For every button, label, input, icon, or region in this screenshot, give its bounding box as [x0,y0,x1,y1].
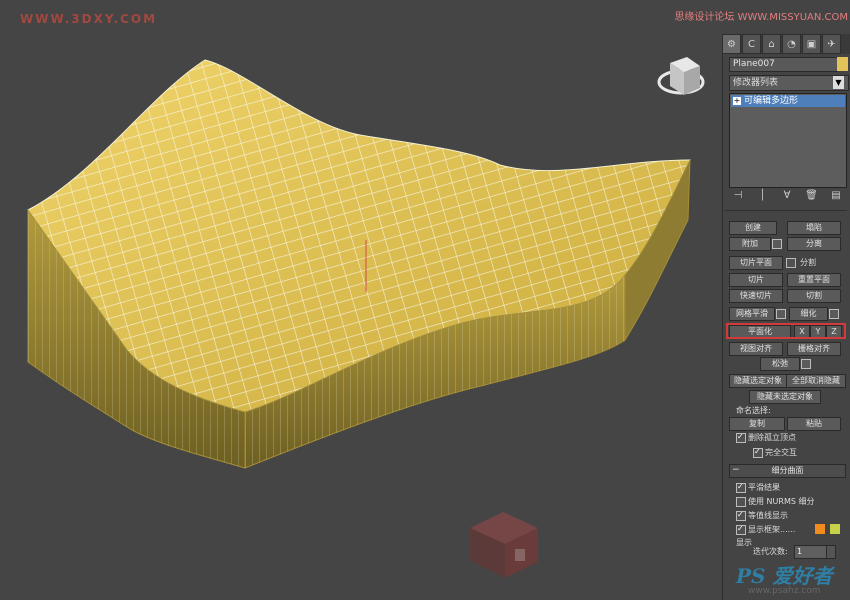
stack-item-editable-poly[interactable]: + 可编辑多边形 [731,95,845,107]
meshsmooth-button[interactable]: 网格平滑 [729,307,775,321]
attach-settings-button[interactable] [772,239,782,249]
create-tab-icon[interactable]: ⚙ [722,34,741,54]
config-icon[interactable]: ▤ [827,188,845,202]
quickslice-button[interactable]: 快速切片 [729,289,783,303]
split-checkbox[interactable] [786,258,796,268]
hide-selected-button[interactable]: 隐藏选定对象 [729,374,787,388]
chevron-down-icon[interactable]: ▼ [833,76,844,89]
use-nurms-label: 使用 NURMS 细分 [748,497,815,506]
watermark-top-right: 思缘设计论坛 WWW.MISSYUAN.COM [674,12,848,23]
isoline-display-label: 等值线显示 [748,511,788,520]
slice-plane-button[interactable]: 切片平面 [729,256,783,270]
object-name-field[interactable]: Plane007 [729,57,838,72]
isoline-display-checkbox[interactable] [736,510,746,521]
full-interactivity-checkbox[interactable] [753,447,763,458]
utilities-tab-icon[interactable]: ✈ [822,34,841,54]
modifier-list-dropdown[interactable]: 修改器列表 [729,75,849,91]
attach-button[interactable]: 附加 [729,237,771,251]
reset-plane-button[interactable]: 重置平面 [787,273,841,287]
command-panel-tabs[interactable]: ⚙ C ⌂ ◔ ▣ ✈ [722,34,850,54]
stack-item-label: 可编辑多边形 [744,96,799,106]
stack-toolbar[interactable]: ⊣ │ ∀ 🗑 ▤ [729,188,845,202]
show-cage-label: 显示框架...... [748,525,796,534]
watermark-3d-logo [470,512,538,578]
smooth-result-checkbox[interactable] [736,482,746,493]
panel-divider [725,210,847,211]
slice-button[interactable]: 切片 [729,273,783,287]
hide-unselected-button[interactable]: 隐藏未选定对象 [749,390,821,404]
funnel-icon[interactable]: ∀ [778,188,796,202]
show-cage-checkbox[interactable] [736,524,746,535]
hierarchy-tab-icon[interactable]: ⌂ [762,34,781,54]
copy-button[interactable]: 复制 [729,417,785,431]
trash-icon[interactable]: 🗑 [803,188,821,202]
viewport[interactable]: WWW.3DXY.COM [0,0,722,600]
make-planar-highlight-box [726,323,846,339]
collapse-button[interactable]: 塌陷 [787,221,841,235]
view-cube[interactable] [657,57,705,95]
pin-icon[interactable]: ⊣ [729,188,747,202]
cut-button[interactable]: 切割 [787,289,841,303]
detach-button[interactable]: 分离 [787,237,841,251]
object-color-swatch[interactable] [837,57,848,71]
delete-isolated-label: 删除孤立顶点 [748,433,796,442]
expand-plus-icon[interactable]: + [733,97,741,105]
watermark-bottom-subtitle: www.psahz.com [748,586,821,596]
tessellate-button[interactable]: 细化 [789,307,828,321]
iterations-spinner[interactable]: 1 [794,545,828,559]
named-selections-label: 命名选择: [736,406,771,415]
relax-settings-button[interactable] [801,359,811,369]
meshsmooth-settings-button[interactable] [776,309,786,319]
full-interactivity-label: 完全交互 [765,448,797,457]
delete-isolated-checkbox[interactable] [736,432,746,443]
create-button[interactable]: 创建 [729,221,777,235]
view-align-button[interactable]: 视图对齐 [729,342,783,356]
display-tab-icon[interactable]: ▣ [802,34,821,54]
viewport-render [27,57,705,578]
display-label: 显示 [736,538,752,547]
motion-tab-icon[interactable]: ◔ [782,34,801,54]
watermark-top-left: WWW.3DXY.COM [20,12,158,26]
smooth-result-label: 平滑结果 [748,483,780,492]
spinner-arrows-icon[interactable] [826,545,836,559]
show-end-result-icon[interactable]: │ [754,188,772,202]
modify-tab-icon[interactable]: C [742,34,761,54]
cage-color-swatch-1[interactable] [815,524,825,534]
unhide-all-button[interactable]: 全部取消隐藏 [786,374,846,388]
subdivision-surface-header[interactable]: 细分曲面 [729,464,846,478]
grid-align-button[interactable]: 栅格对齐 [787,342,841,356]
watermark-bottom-right: PS 爱好者 [736,564,833,588]
use-nurms-checkbox[interactable] [736,497,746,507]
cage-color-swatch-2[interactable] [830,524,840,534]
modifier-stack[interactable]: + 可编辑多边形 [729,93,847,188]
paste-button[interactable]: 粘贴 [787,417,841,431]
iterations-label: 迭代次数: [753,547,788,556]
collapse-minus-icon[interactable]: − [732,466,740,475]
split-label: 分割 [800,258,816,267]
relax-button[interactable]: 松弛 [760,357,800,371]
tessellate-settings-button[interactable] [829,309,839,319]
